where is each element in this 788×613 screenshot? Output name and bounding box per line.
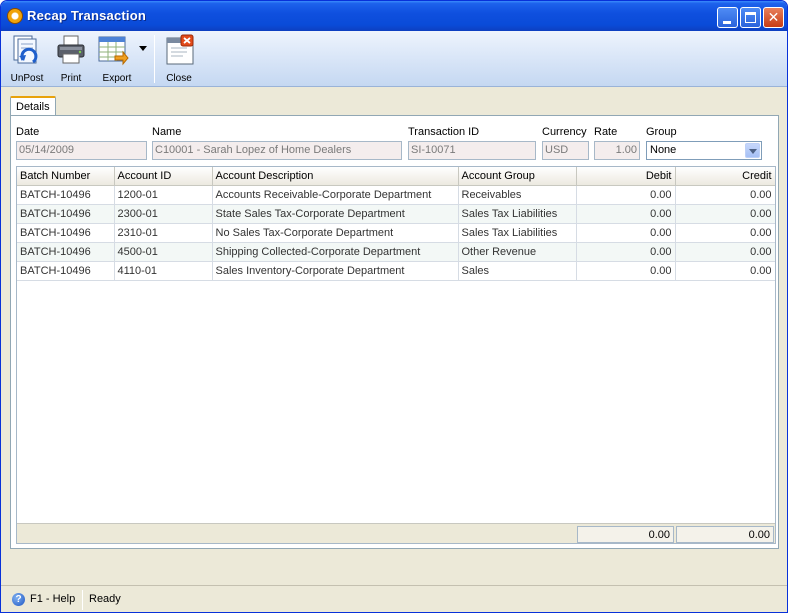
group-select-value: None [650, 144, 677, 156]
column-header-account-group[interactable]: Account Group [458, 167, 577, 186]
export-dropdown-arrow-icon[interactable] [139, 46, 147, 51]
column-header-debit[interactable]: Debit [576, 167, 676, 186]
cell-account-description: Shipping Collected-Corporate Department [212, 242, 459, 262]
cell-credit: 0.00 [675, 223, 775, 243]
table-row[interactable]: BATCH-10496 2300-01 State Sales Tax-Corp… [17, 204, 775, 224]
print-button[interactable]: Print [51, 34, 91, 84]
tab-details[interactable]: Details [10, 96, 56, 116]
rate-label: Rate [594, 126, 618, 138]
cell-debit: 0.00 [576, 204, 676, 224]
cell-account-id: 1200-01 [114, 185, 213, 205]
close-label: Close [166, 73, 192, 84]
chevron-down-icon[interactable] [745, 143, 760, 158]
print-label: Print [60, 73, 82, 84]
totals-row: 0.00 0.00 [17, 523, 775, 543]
table-row[interactable]: BATCH-10496 4110-01 Sales Inventory-Corp… [17, 261, 775, 281]
title-bar[interactable]: Recap Transaction ✕ [1, 1, 787, 31]
status-text: Ready [89, 593, 121, 605]
date-field[interactable]: 05/14/2009 [16, 141, 147, 160]
group-select[interactable]: None [646, 141, 762, 160]
close-window-button[interactable]: ✕ [763, 7, 784, 28]
cell-debit: 0.00 [576, 261, 676, 281]
unpost-icon [11, 34, 43, 66]
close-form-icon [163, 34, 195, 66]
unpost-label: UnPost [10, 73, 44, 84]
column-header-account-description[interactable]: Account Description [212, 167, 459, 186]
date-label: Date [16, 126, 40, 138]
table-row[interactable]: BATCH-10496 1200-01 Accounts Receivable-… [17, 185, 775, 205]
unpost-button[interactable]: UnPost [7, 34, 47, 84]
currency-field[interactable]: USD [542, 141, 589, 160]
recap-transaction-window: Recap Transaction ✕ UnPost Print Export … [0, 0, 788, 613]
cell-credit: 0.00 [675, 261, 775, 281]
export-button[interactable]: Export [97, 34, 149, 84]
cell-batch-number: BATCH-10496 [17, 185, 115, 205]
spreadsheet-export-icon [97, 34, 129, 66]
export-label: Export [102, 73, 132, 84]
status-bar: ? F1 - Help Ready [1, 585, 787, 612]
recap-table: Batch Number Account ID Account Descript… [17, 167, 775, 281]
cell-debit: 0.00 [576, 242, 676, 262]
table-row[interactable]: BATCH-10496 4500-01 Shipping Collected-C… [17, 242, 775, 262]
cell-account-group: Sales Tax Liabilities [458, 223, 577, 243]
minimize-button[interactable] [717, 7, 738, 28]
cell-account-group: Sales Tax Liabilities [458, 204, 577, 224]
cell-account-id: 2300-01 [114, 204, 213, 224]
table-header-row: Batch Number Account ID Account Descript… [17, 167, 775, 186]
maximize-button[interactable] [740, 7, 761, 28]
table-row[interactable]: BATCH-10496 2310-01 No Sales Tax-Corpora… [17, 223, 775, 243]
name-label: Name [152, 126, 182, 138]
maximize-icon [745, 12, 756, 23]
cell-debit: 0.00 [576, 223, 676, 243]
group-label: Group [646, 126, 677, 138]
cell-account-description: Sales Inventory-Corporate Department [212, 261, 459, 281]
rate-field[interactable]: 1.00 [594, 141, 640, 160]
currency-label: Currency [542, 126, 587, 138]
cell-account-id: 4110-01 [114, 261, 213, 281]
cell-account-description: State Sales Tax-Corporate Department [212, 204, 459, 224]
minimize-icon [723, 21, 731, 24]
cell-account-id: 2310-01 [114, 223, 213, 243]
recap-grid[interactable]: Batch Number Account ID Account Descript… [16, 166, 776, 544]
cell-debit: 0.00 [576, 185, 676, 205]
cell-account-description: No Sales Tax-Corporate Department [212, 223, 459, 243]
window-title: Recap Transaction [27, 8, 146, 23]
cell-account-description: Accounts Receivable-Corporate Department [212, 185, 459, 205]
total-credit: 0.00 [676, 526, 774, 543]
cell-batch-number: BATCH-10496 [17, 223, 115, 243]
cell-batch-number: BATCH-10496 [17, 242, 115, 262]
status-separator [82, 590, 83, 610]
total-debit: 0.00 [577, 526, 674, 543]
cell-batch-number: BATCH-10496 [17, 261, 115, 281]
app-icon [7, 8, 23, 24]
cell-credit: 0.00 [675, 204, 775, 224]
cell-credit: 0.00 [675, 242, 775, 262]
transaction-id-field[interactable]: SI-10071 [408, 141, 536, 160]
name-field[interactable]: C10001 - Sarah Lopez of Home Dealers [152, 141, 402, 160]
help-shortcut-label[interactable]: F1 - Help [30, 593, 75, 605]
cell-account-group: Other Revenue [458, 242, 577, 262]
toolbar: UnPost Print Export Close [1, 31, 787, 87]
cell-account-group: Receivables [458, 185, 577, 205]
cell-account-group: Sales [458, 261, 577, 281]
cell-credit: 0.00 [675, 185, 775, 205]
column-header-credit[interactable]: Credit [675, 167, 775, 186]
toolbar-separator [154, 35, 155, 83]
transaction-id-label: Transaction ID [408, 126, 480, 138]
cell-account-id: 4500-01 [114, 242, 213, 262]
close-button[interactable]: Close [159, 34, 199, 84]
close-icon: ✕ [767, 9, 780, 25]
cell-batch-number: BATCH-10496 [17, 204, 115, 224]
column-header-account-id[interactable]: Account ID [114, 167, 213, 186]
help-icon[interactable]: ? [12, 593, 25, 606]
column-header-batch-number[interactable]: Batch Number [17, 167, 115, 186]
printer-icon [55, 34, 87, 66]
details-panel: Date 05/14/2009 Name C10001 - Sarah Lope… [10, 115, 779, 549]
